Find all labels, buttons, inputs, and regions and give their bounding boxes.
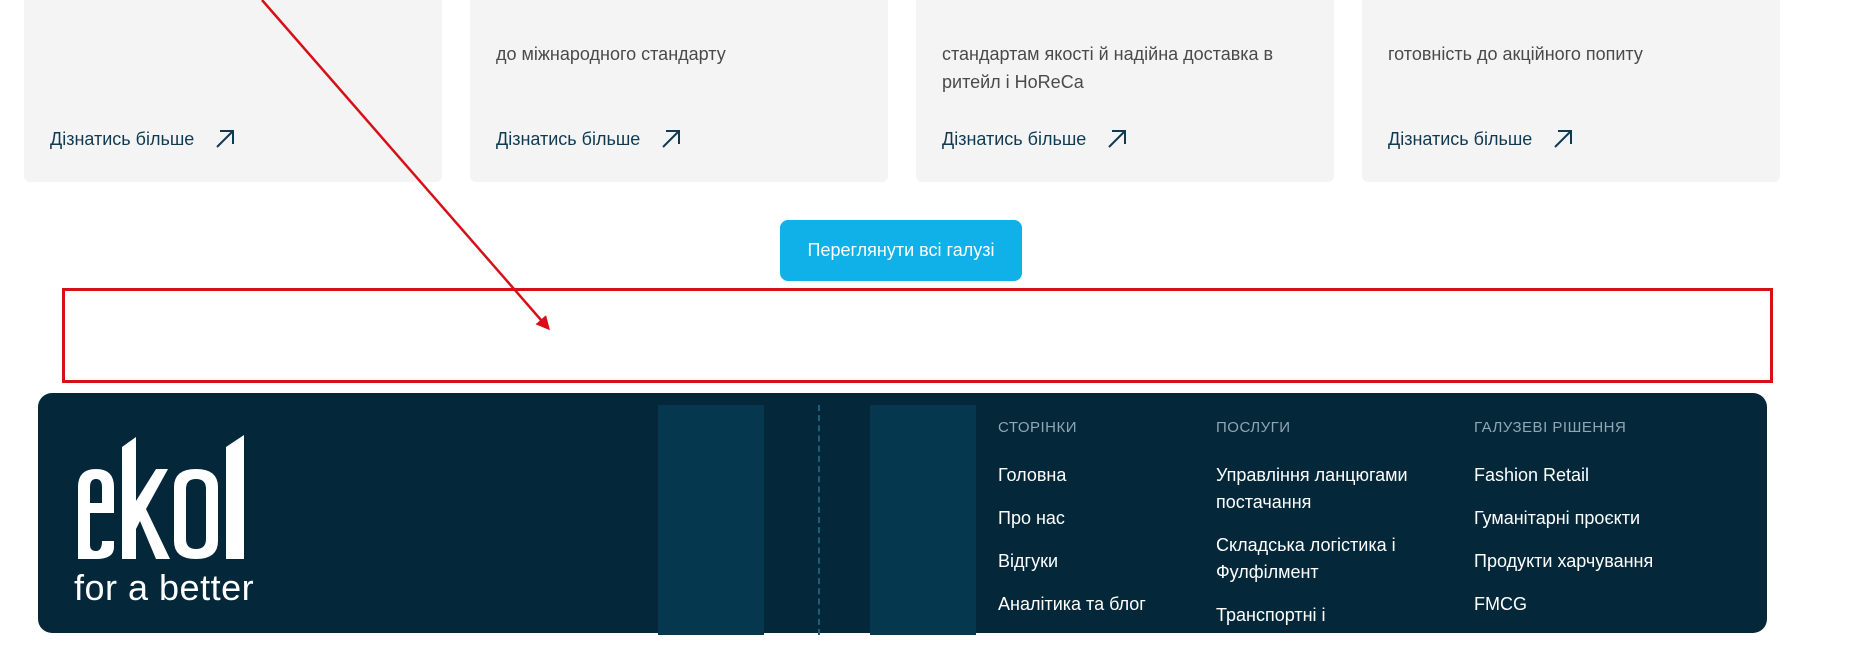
arrow-up-right-icon [1554,130,1573,148]
footer-link[interactable]: Управління ланцюгами постачання [1216,462,1431,516]
arrow-up-right-icon [662,130,681,148]
decorative-panel [658,405,764,635]
card-link-label: Дізнатись більше [496,128,641,149]
card-1: Дізнатись більше [24,0,442,182]
arrow-up-right-icon [1108,130,1127,148]
annotation-highlight-box [62,288,1773,383]
footer-column-pages: СТОРІНКИ Головна Про нас Відгуки Аналіти… [998,419,1198,634]
arrow-up-right-icon [216,130,235,148]
card-link-label: Дізнатись більше [942,128,1087,149]
card-learn-more-link[interactable]: Дізнатись більше [942,128,1128,150]
card-description: готовність до акційного попиту [1388,40,1754,68]
card-link-label: Дізнатись більше [50,128,195,149]
card-text-line: стандартам якості й надійна доставка в [942,44,1274,64]
card-text-line: готовність до акційного попиту [1388,44,1643,64]
footer-column-heading: ПОСЛУГИ [1216,419,1291,436]
footer-link[interactable]: Продукти харчування [1474,548,1734,575]
card-description: до міжнародного стандарту [496,40,862,68]
site-footer: for a better СТОРІНКИ Головна Про нас Ві… [38,393,1767,635]
card-learn-more-link[interactable]: Дізнатись більше [1388,128,1574,150]
card-text-line: до міжнародного стандарту [496,44,726,64]
view-all-industries-button[interactable]: Переглянути всі галузі [780,220,1022,281]
decorative-panel [870,405,976,635]
footer-link[interactable]: Складська логістика і Фулфілмент [1216,532,1431,586]
decorative-divider [818,405,820,635]
logo-tagline: for a better [74,567,255,608]
card-learn-more-link[interactable]: Дізнатись більше [496,128,682,150]
footer-column-heading: СТОРІНКИ [998,419,1078,436]
ekol-logo-mark [78,435,244,559]
card-3: стандартам якості й надійна доставка в р… [916,0,1334,182]
footer-link[interactable]: Головна [998,462,1198,489]
footer-link[interactable]: Гуманітарні проєкти [1474,505,1734,532]
footer-link[interactable]: Fashion Retail [1474,462,1734,489]
card-2: до міжнародного стандарту Дізнатись біль… [470,0,888,182]
card-learn-more-link[interactable]: Дізнатись більше [50,128,236,150]
card-text-line: ритейл і HoReCa [942,72,1084,92]
footer-column-industries: ГАЛУЗЕВІ РІШЕННЯ Fashion Retail Гуманіта… [1474,419,1734,634]
card-4: готовність до акційного попиту Дізнатись… [1362,0,1780,182]
footer-link[interactable]: Транспортні і [1216,602,1431,629]
footer-column-heading: ГАЛУЗЕВІ РІШЕННЯ [1474,419,1627,436]
footer-column-services: ПОСЛУГИ Управління ланцюгами постачання … [1216,419,1431,645]
footer-link[interactable]: Відгуки [998,548,1198,575]
footer-link[interactable]: Аналітика та блог [998,591,1198,618]
footer-link[interactable]: Про нас [998,505,1198,532]
card-link-label: Дізнатись більше [1388,128,1533,149]
ekol-logo[interactable] [74,429,274,564]
card-description: стандартам якості й надійна доставка в р… [942,40,1308,96]
footer-link[interactable]: FMCG [1474,591,1734,618]
